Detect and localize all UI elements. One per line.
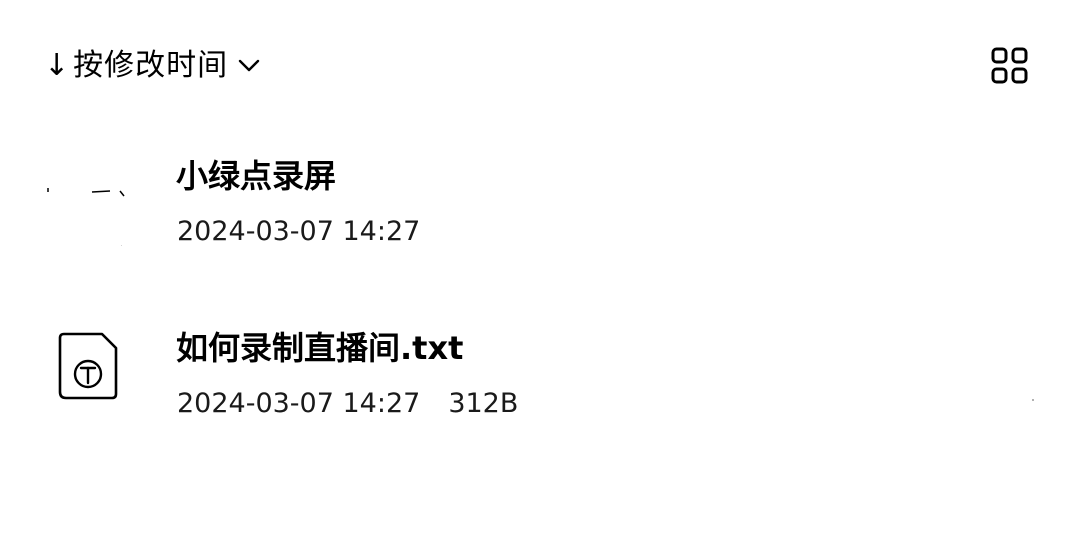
modified-time: 2024-03-07 14:27 — [177, 388, 421, 419]
file-list-page: ↓ 按修改时间 小绿点录屏 2024-03-07 14:27 如何录制直播间.t… — [0, 0, 1080, 554]
sort-label: 按修改时间 — [73, 48, 229, 83]
folder-icon — [44, 158, 132, 251]
modified-time: 2024-03-07 14:27 — [177, 216, 421, 247]
sort-direction-arrow-icon: ↓ — [44, 48, 70, 83]
grid-view-icon[interactable] — [988, 44, 1032, 88]
file-size: 312B — [448, 388, 519, 419]
more-options-icon[interactable] — [1020, 342, 1040, 402]
file-name: 小绿点录屏 — [176, 157, 337, 195]
file-list-item[interactable]: 小绿点录屏 2024-03-07 14:27 — [0, 140, 1080, 270]
file-meta: 2024-03-07 14:27 312B — [177, 390, 518, 417]
file-meta: 2024-03-07 14:27 — [177, 218, 420, 245]
file-list-item[interactable]: 如何录制直播间.txt 2024-03-07 14:27 312B — [0, 312, 1080, 442]
more-options-icon[interactable] — [1020, 170, 1040, 241]
text-file-icon — [44, 330, 132, 418]
sort-by-modified-time-button[interactable]: ↓ 按修改时间 — [44, 44, 260, 88]
file-name: 如何录制直播间.txt — [176, 329, 464, 367]
chevron-down-icon — [238, 59, 260, 73]
